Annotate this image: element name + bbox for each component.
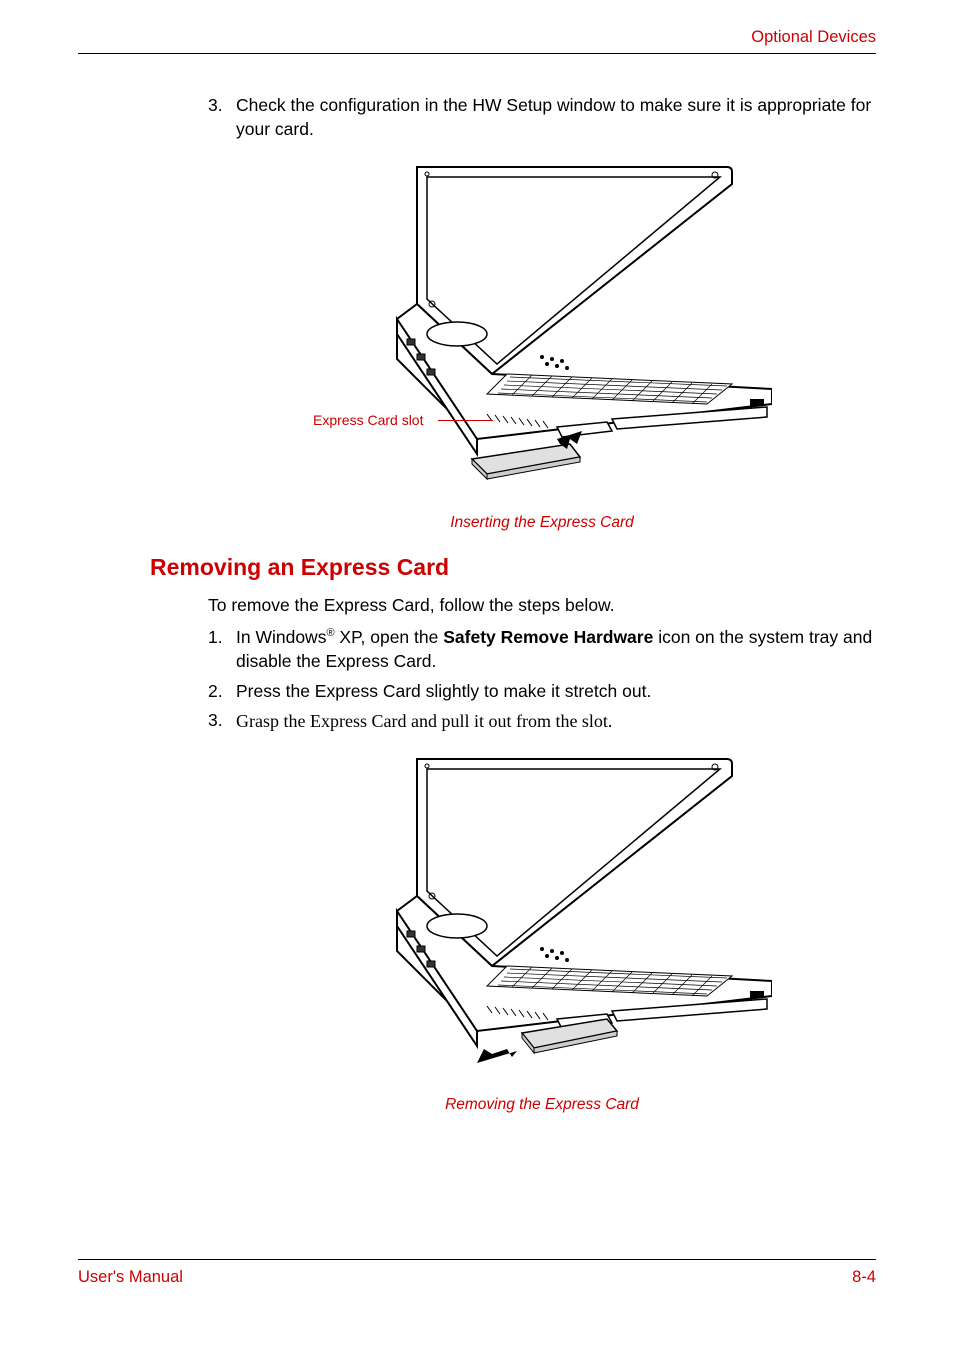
step-text: In Windows® XP, open the Safety Remove H… bbox=[236, 626, 876, 673]
header-section-title: Optional Devices bbox=[751, 28, 876, 46]
list-item: 3. Grasp the Express Card and pull it ou… bbox=[208, 709, 876, 733]
footer-page-number: 8-4 bbox=[852, 1268, 876, 1287]
step-number: 3. bbox=[208, 709, 236, 733]
figure-callout-label: Express Card slot bbox=[313, 412, 423, 428]
step-text: Grasp the Express Card and pull it out f… bbox=[236, 709, 876, 733]
laptop-illustration-icon bbox=[312, 159, 772, 499]
list-item: 2. Press the Express Card slightly to ma… bbox=[208, 680, 876, 704]
laptop-illustration-icon bbox=[312, 751, 772, 1081]
figure-removing bbox=[208, 751, 876, 1086]
list-item: 1. In Windows® XP, open the Safety Remov… bbox=[208, 626, 876, 673]
intro-paragraph: To remove the Express Card, follow the s… bbox=[208, 595, 876, 616]
page-footer: User's Manual 8-4 bbox=[78, 1259, 876, 1287]
list-item: 3. Check the configuration in the HW Set… bbox=[208, 94, 876, 141]
step-number: 3. bbox=[208, 94, 236, 141]
callout-leader-line bbox=[438, 420, 493, 421]
step-text: Press the Express Card slightly to make … bbox=[236, 680, 876, 704]
section-heading: Removing an Express Card bbox=[150, 554, 876, 581]
step-number: 2. bbox=[208, 680, 236, 704]
figure-inserting: Express Card slot bbox=[208, 159, 876, 504]
footer-doc-title: User's Manual bbox=[78, 1268, 183, 1287]
step-text: Check the configuration in the HW Setup … bbox=[236, 94, 876, 141]
figure-caption: Inserting the Express Card bbox=[208, 514, 876, 532]
figure-caption: Removing the Express Card bbox=[208, 1096, 876, 1114]
step-number: 1. bbox=[208, 626, 236, 673]
